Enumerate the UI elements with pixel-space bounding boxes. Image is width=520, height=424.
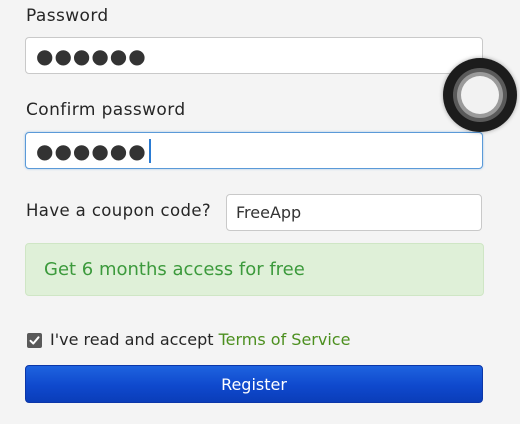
- confirm-password-label: Confirm password: [26, 100, 186, 120]
- checkmark-icon: [29, 336, 40, 345]
- terms-checkbox[interactable]: [27, 333, 42, 348]
- password-masked-value: ●●●●●●: [36, 43, 147, 68]
- register-button[interactable]: Register: [25, 365, 483, 403]
- confirm-password-field[interactable]: ●●●●●●: [25, 132, 483, 169]
- promo-message-text: Get 6 months access for free: [44, 259, 305, 280]
- assistive-touch-core: [461, 76, 499, 114]
- coupon-code-input[interactable]: [226, 194, 482, 231]
- terms-prefix-text: I've read and accept: [50, 330, 219, 349]
- password-field[interactable]: ●●●●●●: [25, 37, 483, 74]
- promo-message-box: Get 6 months access for free: [25, 243, 484, 296]
- assistive-touch-outer-ring: [453, 68, 507, 122]
- text-caret: [148, 138, 151, 163]
- terms-text: I've read and accept Terms of Service: [50, 330, 350, 349]
- assistive-touch-icon[interactable]: [443, 58, 517, 132]
- coupon-label: Have a coupon code?: [26, 201, 212, 220]
- confirm-password-masked-value: ●●●●●●: [36, 138, 147, 163]
- assistive-touch-inner-ring: [457, 72, 503, 118]
- password-label: Password: [26, 6, 109, 26]
- terms-of-service-link[interactable]: Terms of Service: [219, 330, 351, 349]
